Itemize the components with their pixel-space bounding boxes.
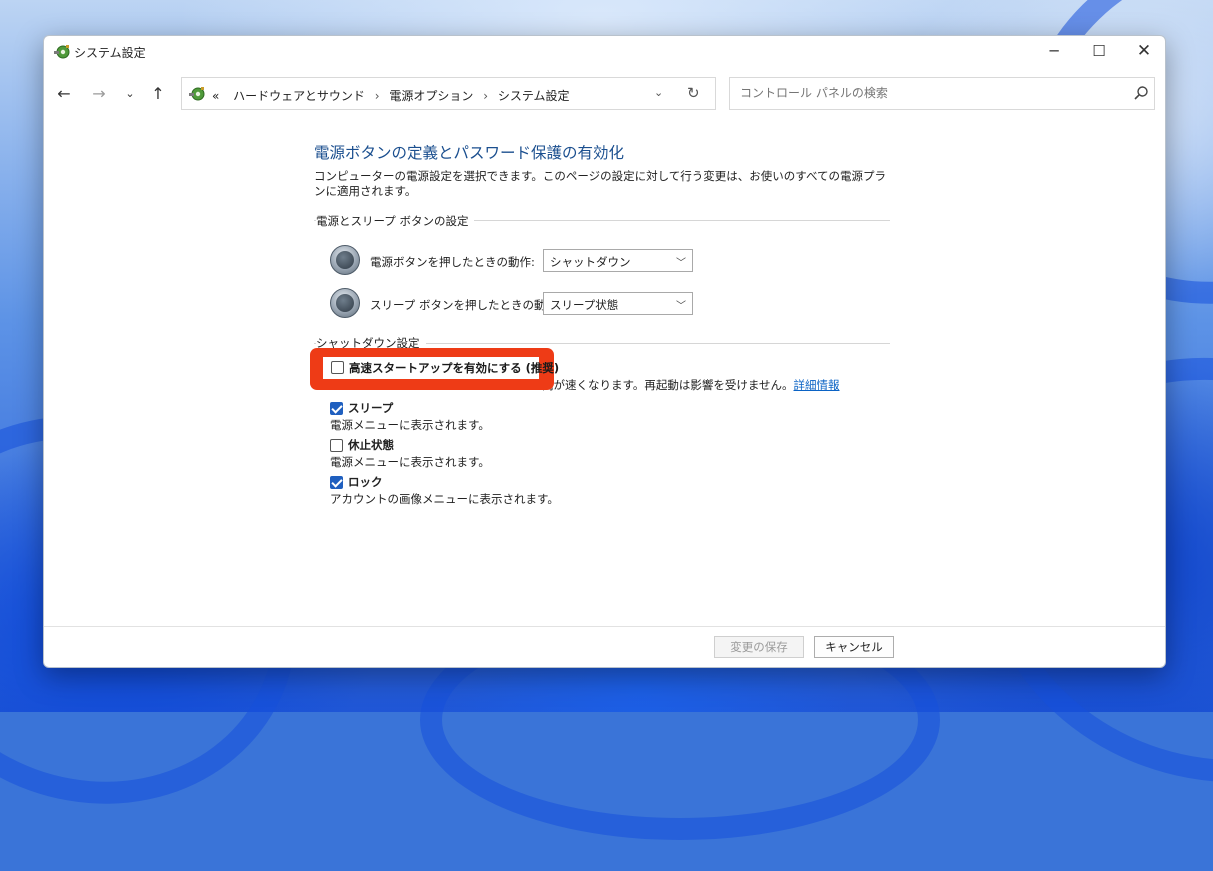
minimize-button[interactable]: ─ (1031, 36, 1077, 66)
fast-startup-label[interactable]: 高速スタートアップを有効にする (推奨) (349, 360, 559, 376)
lock-option-label[interactable]: ロック (348, 474, 383, 490)
breadcrumb-item-hardware-sound[interactable]: ハードウェアとサウンド (233, 89, 365, 103)
search-input[interactable] (738, 85, 1118, 101)
breadcrumb-separator-icon: › (483, 89, 489, 103)
close-button[interactable]: ✕ (1121, 36, 1165, 66)
search-icon[interactable] (1133, 85, 1149, 101)
hibernate-option[interactable]: 休止状態 (330, 438, 394, 452)
power-button-row: 電源ボタンを押したときの動作: シャットダウン ﹀ (330, 245, 730, 279)
fast-startup-checkbox[interactable] (331, 361, 344, 374)
fast-startup-highlight: 高速スタートアップを有効にする (推奨) (310, 348, 559, 390)
sleep-button-action-value: スリープ状態 (550, 298, 619, 312)
cancel-button[interactable]: キャンセル (814, 636, 894, 658)
recent-locations-button[interactable]: ⌄ (119, 82, 141, 104)
sleep-button-icon (330, 288, 360, 318)
sleep-option-label[interactable]: スリープ (348, 400, 393, 416)
page-title: 電源ボタンの定義とパスワード保護の有効化 (314, 144, 625, 162)
breadcrumb-separator-icon: › (374, 89, 380, 103)
up-button[interactable]: ↑ (147, 82, 169, 104)
hibernate-option-label[interactable]: 休止状態 (348, 437, 394, 453)
window-title: システム設定 (74, 46, 146, 60)
power-button-action-value: シャットダウン (550, 255, 631, 269)
breadcrumb-overflow-button[interactable]: « (212, 89, 219, 103)
back-button[interactable]: ← (53, 82, 75, 104)
sleep-button-action-select[interactable]: スリープ状態 ﹀ (543, 292, 693, 315)
hibernate-option-description: 電源メニューに表示されます。 (330, 455, 490, 469)
arrow-right-icon: → (92, 83, 106, 103)
navigation-bar: ← → ⌄ ↑ « ハードウェアとサウンド › 電源オプション › システム設定… (44, 76, 1165, 112)
title-bar[interactable]: システム設定 ─ ☐ ✕ (44, 36, 1165, 68)
page-description: コンピューターの電源設定を選択できます。このページの設定に対して行う変更は、お使… (314, 169, 887, 198)
save-changes-button[interactable]: 変更の保存 (714, 636, 804, 658)
sleep-option-description: 電源メニューに表示されます。 (330, 418, 490, 432)
breadcrumb-item-system-settings[interactable]: システム設定 (498, 89, 570, 103)
sleep-button-row: スリープ ボタンを押したときの動作: スリープ状態 ﹀ (330, 288, 730, 322)
chevron-down-icon: ⌄ (125, 86, 135, 100)
breadcrumb-item-power-options[interactable]: 電源オプション (389, 89, 473, 103)
chevron-down-icon: ﹀ (676, 258, 686, 269)
system-settings-window: システム設定 ─ ☐ ✕ ← → ⌄ ↑ « ハードウェアとサウンド › 電源オ… (43, 35, 1166, 668)
power-button-action-select[interactable]: シャットダウン ﹀ (543, 249, 693, 272)
chevron-down-icon: ﹀ (676, 301, 686, 312)
control-panel-icon (189, 87, 205, 101)
lock-checkbox[interactable] (330, 476, 343, 489)
sleep-option[interactable]: スリープ (330, 401, 393, 415)
control-panel-icon (54, 45, 70, 59)
more-info-link[interactable]: 詳細情報 (794, 378, 840, 392)
address-dropdown-icon[interactable]: ⌄ (654, 86, 663, 99)
power-button-label: 電源ボタンを押したときの動作: (370, 255, 535, 269)
lock-option[interactable]: ロック (330, 475, 383, 489)
fast-startup-description-text: 間が速くなります。再起動は影響を受けません。 (542, 378, 794, 392)
sleep-button-label: スリープ ボタンを押したときの動作: (370, 298, 561, 312)
fast-startup-option[interactable]: 高速スタートアップを有効にする (推奨) (323, 357, 559, 379)
forward-button[interactable]: → (88, 82, 110, 104)
power-button-icon (330, 245, 360, 275)
search-box[interactable] (729, 77, 1155, 110)
lock-option-description: アカウントの画像メニューに表示されます。 (330, 492, 559, 506)
arrow-left-icon: ← (57, 83, 71, 103)
breadcrumb: « ハードウェアとサウンド › 電源オプション › システム設定 (212, 87, 570, 104)
footer-divider (44, 626, 1165, 627)
maximize-button[interactable]: ☐ (1076, 36, 1122, 66)
fast-startup-description: 間が速くなります。再起動は影響を受けません。詳細情報 (542, 377, 840, 393)
sleep-checkbox[interactable] (330, 402, 343, 415)
address-bar[interactable]: « ハードウェアとサウンド › 電源オプション › システム設定 ⌄ ↻ (181, 77, 716, 110)
hibernate-checkbox[interactable] (330, 439, 343, 452)
refresh-icon[interactable]: ↻ (687, 84, 700, 102)
arrow-up-icon: ↑ (151, 83, 165, 103)
power-section-title: 電源とスリープ ボタンの設定 (316, 213, 475, 229)
